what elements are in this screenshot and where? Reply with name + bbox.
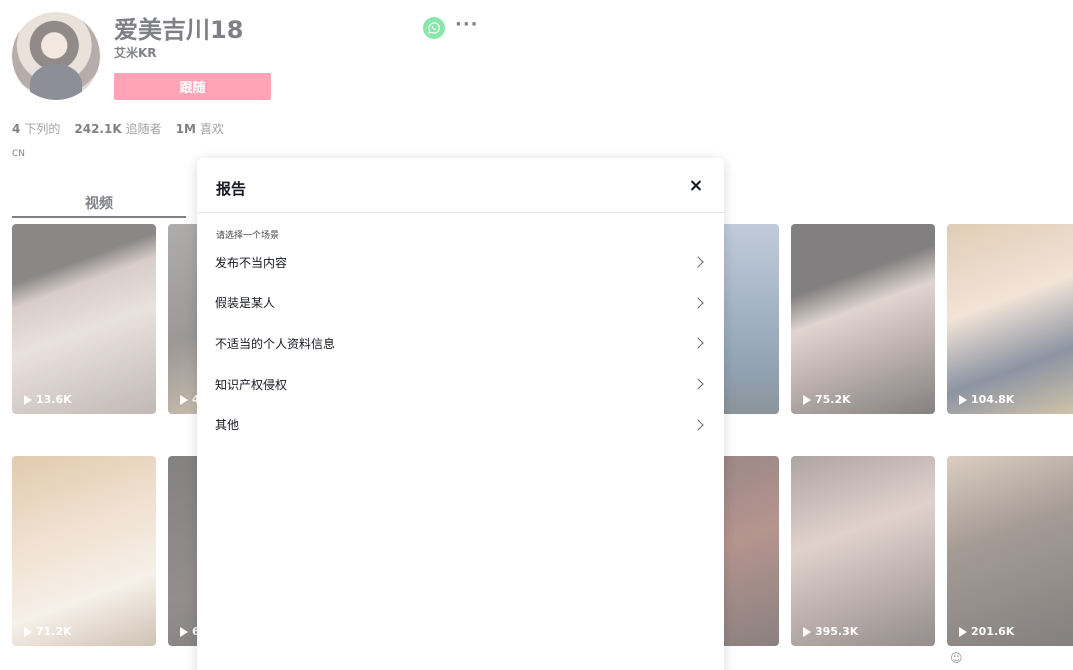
reason-label: 不适当的个人资料信息 [215, 336, 336, 351]
chevron-right-icon [692, 256, 704, 268]
reason-inappropriate-content[interactable]: 发布不当内容 [197, 242, 724, 283]
modal-subtitle: 请选择一个场景 [216, 231, 280, 241]
reason-label: 其他 [215, 418, 240, 433]
report-modal: 报告 请选择一个场景 发布不当内容 假装是某人 不适当的个人资料信息 知识产权侵… [197, 158, 724, 670]
reason-label: 发布不当内容 [215, 255, 288, 270]
reason-label: 知识产权侵权 [215, 377, 288, 392]
chevron-right-icon [692, 297, 704, 309]
modal-header: 报告 [197, 158, 724, 213]
chevron-right-icon [692, 378, 704, 390]
reason-other[interactable]: 其他 [197, 404, 724, 445]
modal-title: 报告 [216, 180, 247, 198]
reason-label: 假装是某人 [215, 296, 276, 311]
chevron-right-icon [692, 337, 704, 350]
reason-intellectual-property[interactable]: 知识产权侵权 [197, 364, 724, 405]
reason-inappropriate-profile[interactable]: 不适当的个人资料信息 [197, 323, 724, 364]
report-reason-list: 发布不当内容 假装是某人 不适当的个人资料信息 知识产权侵权 其他 [197, 242, 724, 445]
close-icon[interactable] [688, 178, 704, 194]
chevron-right-icon [692, 419, 704, 431]
reason-impersonation[interactable]: 假装是某人 [197, 283, 724, 324]
